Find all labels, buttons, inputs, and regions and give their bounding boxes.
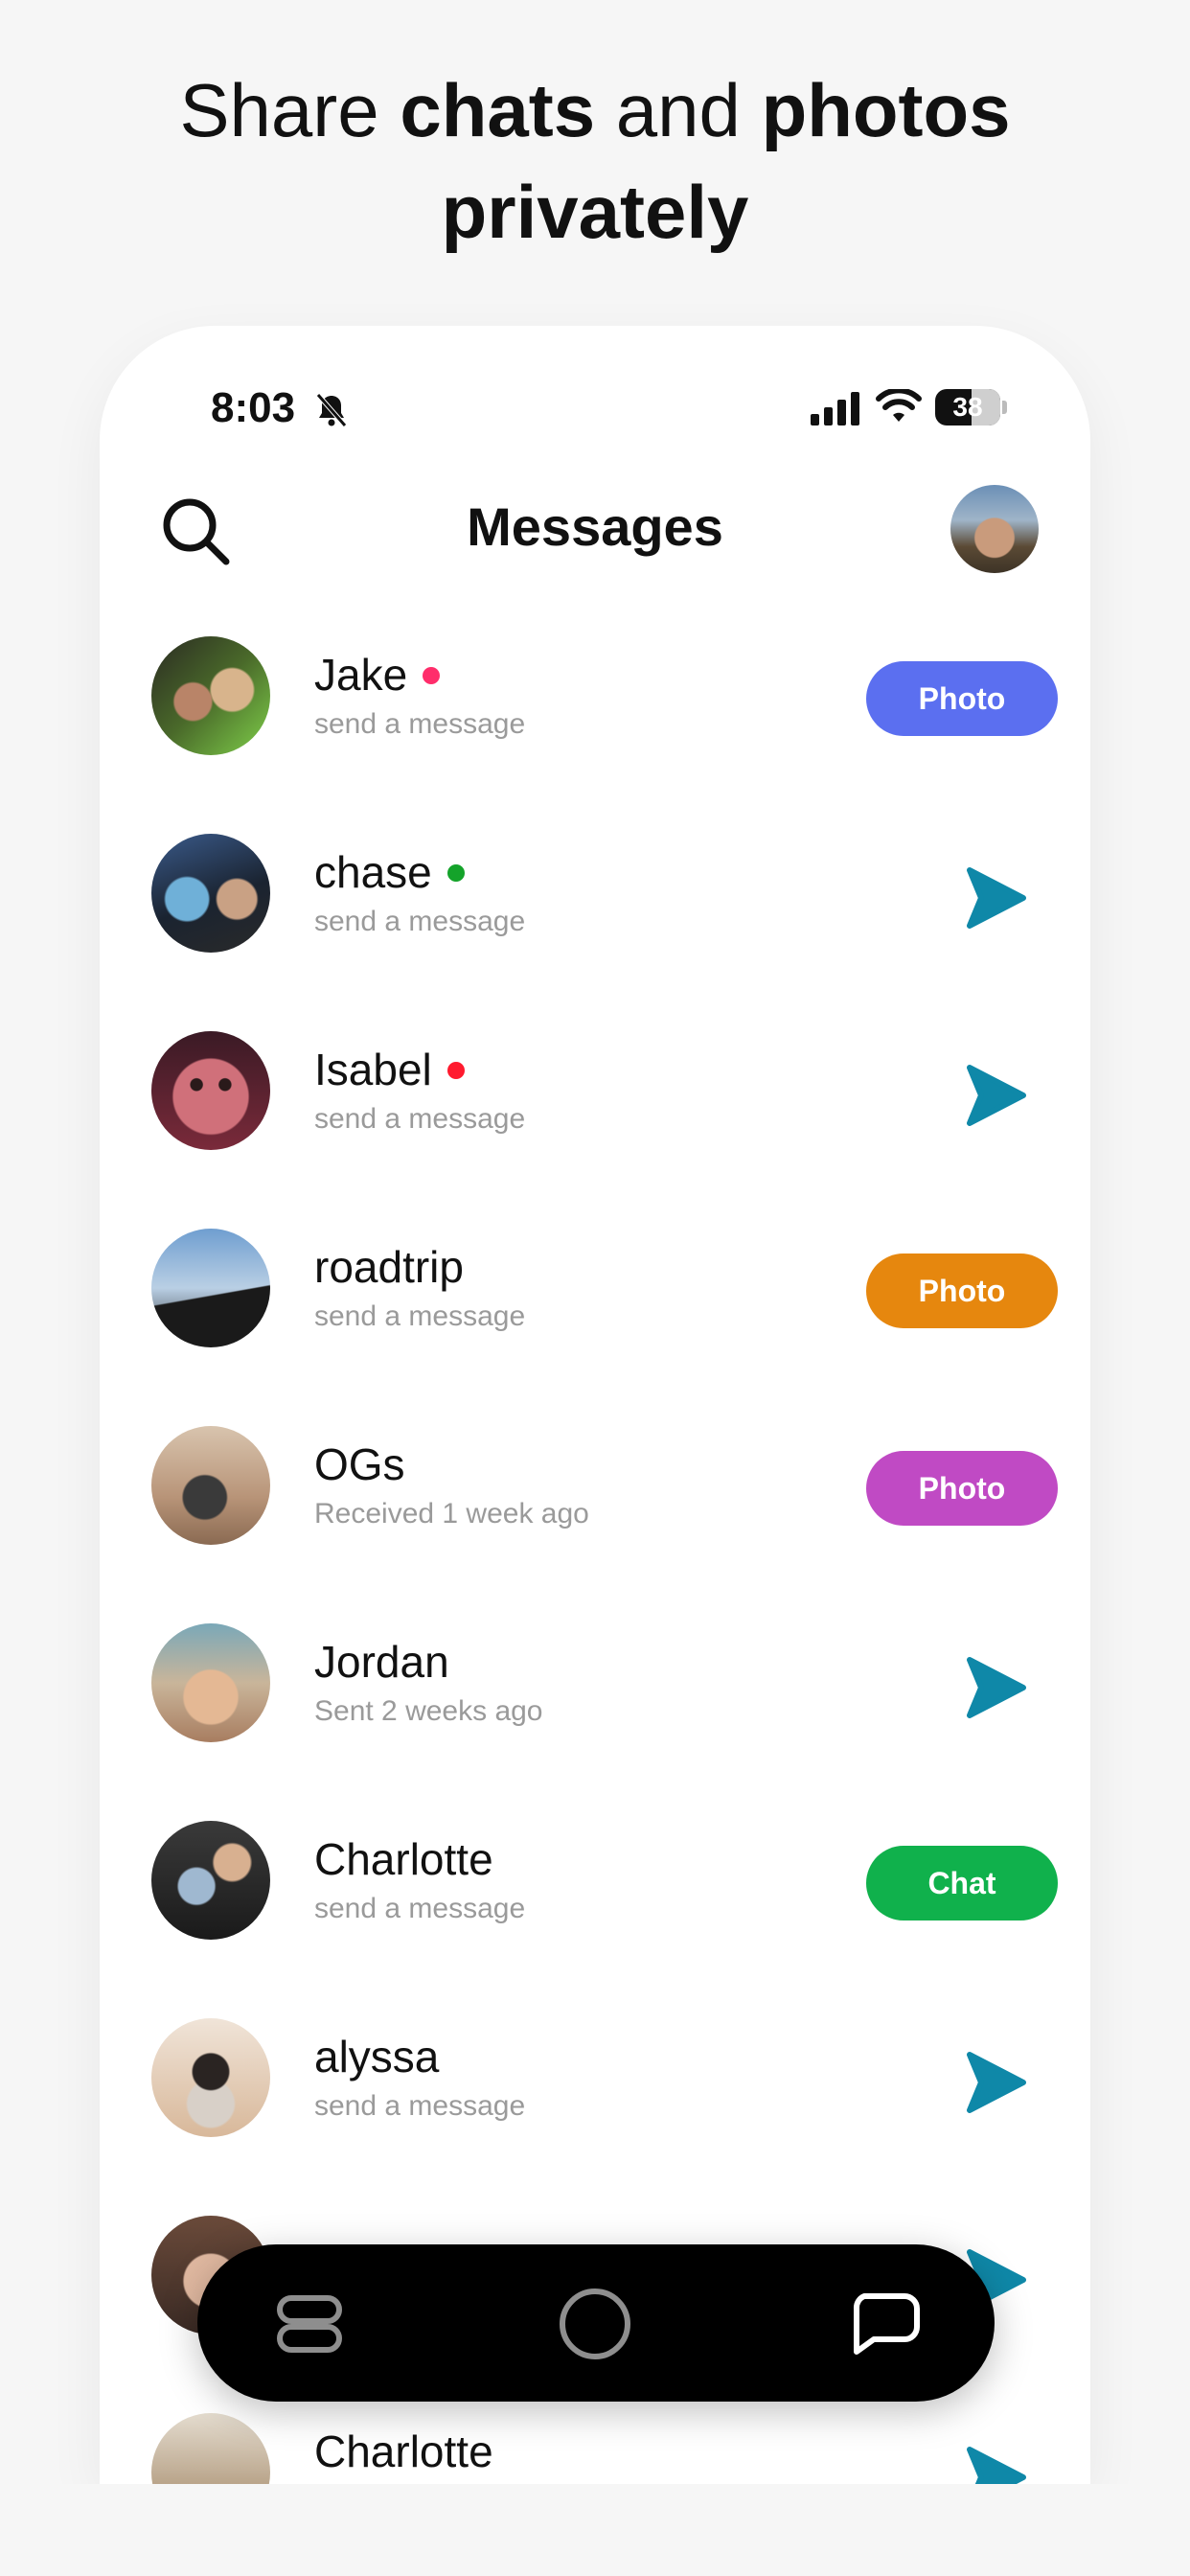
send-arrow-icon[interactable] [962,2444,1029,2484]
chat-button[interactable]: Chat [866,1846,1058,1920]
bell-slash-icon [316,393,347,427]
contact-name: Charlotte [314,1834,493,1884]
conversation-subtitle: Received 1 week ago [314,1498,589,1530]
promo-headline: Share chats and photos privately [179,68,1011,254]
cellular-signal-icon [811,392,859,426]
conversation-row-jordan[interactable]: Jordan Sent 2 weeks ago [100,1610,1090,1807]
photo-button[interactable]: Photo [866,1451,1058,1526]
contact-name: Charlotte [314,2426,493,2476]
contact-name: Jake [314,650,408,700]
avatar [151,1426,270,1545]
conversation-subtitle: send a message [314,1300,526,1332]
conversation-row-chase[interactable]: chase send a message [100,820,1090,1018]
avatar [151,2018,270,2137]
contact-name: Isabel [314,1045,432,1094]
avatar [151,2413,270,2484]
avatar [151,834,270,953]
bottom-nav-bar [197,2244,995,2402]
conversation-subtitle: send a message [314,1893,526,1924]
conversation-row-alyssa[interactable]: alyssa send a message [100,2005,1090,2202]
send-arrow-icon[interactable] [962,2049,1029,2116]
messages-header: Messages [100,475,1090,567]
stack-icon[interactable] [276,2294,343,2354]
conversation-row-roadtrip[interactable]: roadtrip send a message Photo [100,1215,1090,1413]
conversation-row-jake[interactable]: Jake send a message Photo [100,623,1090,820]
status-time: 8:03 [211,384,296,431]
photo-button[interactable]: Photo [866,1254,1058,1328]
page-title: Messages [467,496,723,557]
conversation-list: Jake send a message Photo chase send a m… [100,623,1090,2484]
battery-icon: 38 [935,389,1000,426]
page-bottom-background [0,2484,1190,2576]
phone-frame: 8:03 38 Messages Jake send a message Pho… [100,326,1090,2484]
avatar [151,1623,270,1742]
camera-shutter-icon[interactable] [560,2288,630,2359]
contact-name: OGs [314,1439,405,1489]
conversation-subtitle: send a message [314,708,526,740]
profile-avatar[interactable] [950,485,1039,573]
send-arrow-icon[interactable] [962,1062,1029,1129]
conversation-row-ogs[interactable]: OGs Received 1 week ago Photo [100,1413,1090,1610]
conversation-row-isabel[interactable]: Isabel send a message [100,1018,1090,1215]
photo-button[interactable]: Photo [866,661,1058,736]
status-dot [446,1062,465,1079]
conversation-row-charlotte[interactable]: Charlotte send a message Chat [100,1807,1090,2005]
status-dot [423,667,441,684]
conversation-subtitle: send a message [314,2090,526,2122]
conversation-subtitle: send a message [314,906,526,937]
send-arrow-icon[interactable] [962,864,1029,932]
avatar [151,636,270,755]
contact-name: roadtrip [314,1242,464,1292]
conversation-row-charlotte-2[interactable]: Charlotte [100,2400,1090,2484]
contact-name: Jordan [314,1637,449,1687]
contact-name: alyssa [314,2032,440,2082]
chat-bubble-icon[interactable] [849,2292,920,2356]
battery-tip [1002,401,1007,414]
conversation-subtitle: send a message [314,1103,526,1135]
avatar [151,1821,270,1940]
status-bar: 8:03 38 [100,380,1090,437]
wifi-icon [876,389,922,422]
avatar [151,1031,270,1150]
avatar [151,1229,270,1347]
conversation-subtitle: Sent 2 weeks ago [314,1695,543,1727]
status-dot [446,864,465,882]
send-arrow-icon[interactable] [962,1654,1029,1721]
contact-name: chase [314,847,432,897]
